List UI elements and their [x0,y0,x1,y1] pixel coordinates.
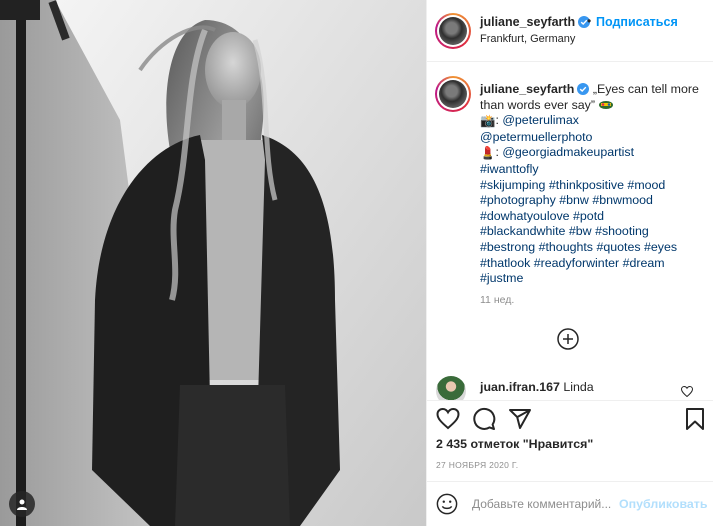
likes-count[interactable]: 2 435 отметок "Нравится" [436,437,593,451]
mention-second[interactable]: @petermuellerphoto [480,130,592,144]
author-avatar[interactable] [435,13,471,49]
caption-avatar[interactable] [435,76,471,112]
post-header: juliane_seyfarth • Подписаться Frankfurt… [427,0,713,62]
photo-image [0,0,426,526]
hashtag[interactable]: #iwanttofly [480,162,539,176]
publish-button[interactable]: Опубликовать [619,497,707,511]
author-username[interactable]: juliane_seyfarth [480,15,591,29]
hashtag[interactable]: #dream [623,256,665,270]
hashtag[interactable]: #shooting [595,224,649,238]
comment-text: juan.ifran.167 Linda [480,380,594,394]
hashtag[interactable]: #potd [573,209,604,223]
caption-time-ago[interactable]: 11 нед. [480,294,514,306]
caption-text: juliane_seyfarth „Eyes can tell more tha… [480,82,699,286]
commenter-username[interactable]: juan.ifran.167 [480,380,560,394]
author-username-text[interactable]: juliane_seyfarth [480,15,575,29]
share-icon[interactable] [508,407,532,431]
camera-emoji: 📸 [480,114,496,129]
verified-badge-icon [577,83,590,95]
heart-icon[interactable] [436,407,460,431]
bookmark-icon[interactable] [683,407,707,431]
load-more-comments-icon[interactable] [557,328,579,350]
user-tag-icon[interactable] [9,491,35,517]
follow-button[interactable]: Подписаться [596,15,678,29]
skier-emoji-icon [599,100,614,109]
hashtag[interactable]: #bestrong [480,240,535,254]
hashtag[interactable]: #bw [569,224,592,238]
commenter-avatar[interactable] [436,376,466,400]
hashtag[interactable]: #photography [480,193,556,207]
comment-item: juan.ifran.167 Linda [427,376,713,400]
hashtag[interactable]: #thoughts [539,240,593,254]
hashtag[interactable]: #skijumping [480,178,545,192]
hashtag[interactable]: #blackandwhite [480,224,565,238]
post-side-panel: juliane_seyfarth • Подписаться Frankfurt… [426,0,713,526]
separator-dot: • [587,14,592,28]
add-comment-section: Опубликовать [427,481,713,526]
post-photo[interactable] [0,0,426,526]
hashtag[interactable]: #bnw [559,193,589,207]
post-date[interactable]: 27 НОЯБРЯ 2020 Г. [436,460,518,470]
mention-makeup[interactable]: @georgiadmakeupartist [502,145,634,159]
post-actions: 2 435 отметок "Нравится" 27 НОЯБРЯ 2020 … [427,400,713,480]
hashtag[interactable]: #thatlook [480,256,530,270]
emoji-picker-icon[interactable] [436,493,458,515]
caption-username[interactable]: juliane_seyfarth [480,82,574,96]
mention-photographer[interactable]: @peterulimax [502,113,579,127]
hashtag[interactable]: #thinkpositive [549,178,624,192]
hashtag[interactable]: #eyes [644,240,677,254]
comment-like-icon[interactable] [681,386,693,397]
hashtag[interactable]: #mood [627,178,665,192]
hashtag[interactable]: #quotes [596,240,640,254]
comment-icon[interactable] [472,407,496,431]
comment-body: Linda [563,380,594,394]
hashtag[interactable]: #dowhatyoulove [480,209,570,223]
comment-input[interactable] [472,493,618,515]
hashtag[interactable]: #bnwmood [592,193,653,207]
lipstick-emoji: 💄 [480,146,496,161]
caption-area: juliane_seyfarth „Eyes can tell more tha… [427,62,713,400]
post-location[interactable]: Frankfurt, Germany [480,33,575,45]
hashtag[interactable]: #readyforwinter [534,256,619,270]
hashtag[interactable]: #justme [480,271,523,285]
